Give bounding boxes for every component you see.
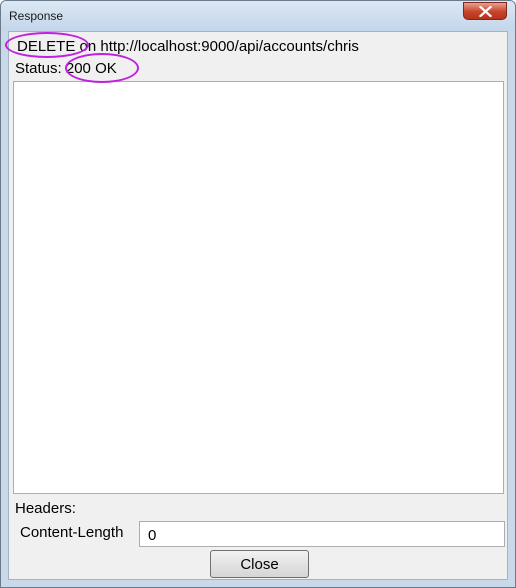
dialog-content: DELETE on http://localhost:9000/api/acco… [8, 31, 508, 580]
status-label: Status: [15, 60, 62, 77]
request-url: http://localhost:9000/api/accounts/chris [100, 38, 359, 55]
close-x-icon [479, 6, 492, 17]
header-value-content-length[interactable] [139, 521, 505, 547]
request-line: DELETE on http://localhost:9000/api/acco… [17, 38, 359, 55]
window-title: Response [9, 9, 64, 23]
request-connector: on [79, 38, 97, 55]
headers-label: Headers: [15, 500, 76, 517]
status-line: Status: 200 OK [15, 60, 117, 77]
window-close-button[interactable] [463, 2, 507, 20]
header-name-content-length: Content-Length [20, 524, 124, 541]
close-button[interactable]: Close [210, 550, 309, 578]
response-body[interactable] [13, 81, 504, 494]
title-bar[interactable]: Response [1, 1, 515, 31]
status-value: 200 OK [65, 60, 117, 77]
request-method: DELETE [17, 38, 76, 55]
response-window: Response DELETE on http://localhost:9000… [0, 0, 516, 588]
